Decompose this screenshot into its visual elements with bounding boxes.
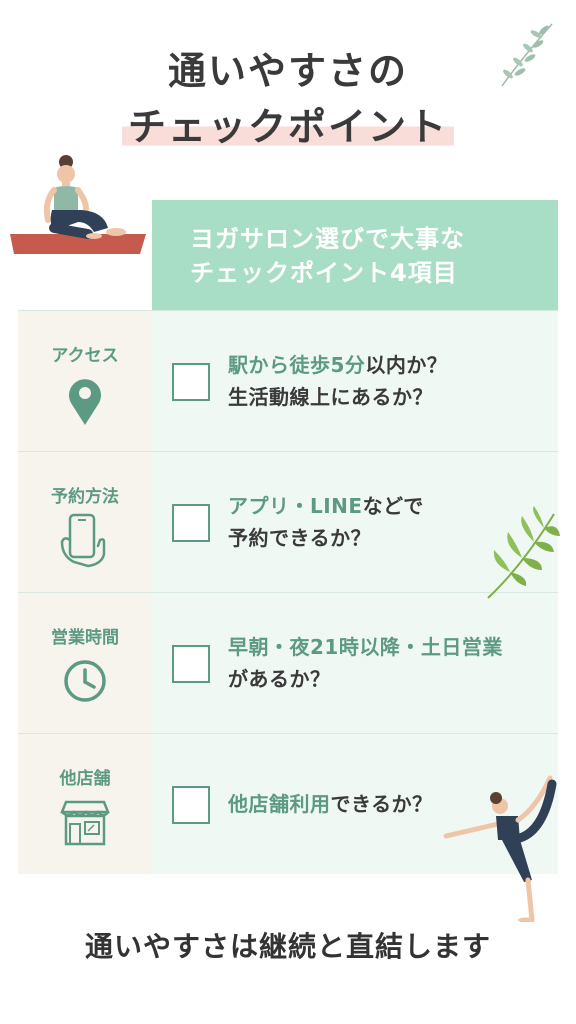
- row-highlight-text: 他店舗利用: [228, 792, 331, 816]
- checklist-row-business-hours: 営業時間 早朝・夜21時以降・土日営業 があるか？: [18, 592, 558, 733]
- yoga-woman-standing-illustration: [443, 775, 557, 922]
- row-text-reservation: アプリ・LINEなどで 予約できるか？: [228, 490, 424, 554]
- row-second-line: 生活動線上にあるか？: [228, 385, 433, 409]
- yoga-woman-sitting-illustration: [10, 155, 146, 254]
- row-label-business-hours: 営業時間: [51, 628, 119, 648]
- row-second-line: があるか？: [228, 667, 331, 691]
- row-label-other-stores: 他店舗: [59, 769, 111, 789]
- row-content-cell: 早朝・夜21時以降・土日営業 があるか？: [152, 593, 558, 733]
- storefront-icon: [60, 800, 110, 846]
- checklist-row-access: アクセス 駅から徒歩5分以内か？ 生活動線上にあるか？: [18, 310, 558, 451]
- row-text-business-hours: 早朝・夜21時以降・土日営業 があるか？: [228, 631, 503, 695]
- page-title-line1: 通いやすさの: [167, 49, 408, 93]
- reservation-checkbox[interactable]: [172, 504, 210, 542]
- row-label-cell: アクセス: [18, 311, 152, 451]
- row-content-cell: 駅から徒歩5分以内か？ 生活動線上にあるか？: [152, 311, 558, 451]
- map-pin-icon: [69, 379, 102, 425]
- row-highlight-text: 駅から徒歩5分: [228, 353, 366, 377]
- smartphone-hand-icon: [60, 513, 106, 568]
- leaf-sprig-icon: [501, 23, 553, 87]
- row-label-access: アクセス: [51, 346, 119, 366]
- other-stores-checkbox[interactable]: [172, 786, 210, 824]
- checklist-header-line2: チェックポイント4項目: [190, 259, 458, 287]
- row-rest-text: などで: [362, 494, 424, 518]
- row-text-access: 駅から徒歩5分以内か？ 生活動線上にあるか？: [228, 349, 447, 413]
- row-text-other-stores: 他店舗利用できるか？: [228, 788, 433, 820]
- checklist-row-reservation: 予約方法 アプリ・LINEなどで 予約できるか？: [18, 451, 558, 592]
- row-label-cell: 営業時間: [18, 593, 152, 733]
- palm-leaf-icon: [487, 506, 560, 599]
- clock-icon: [64, 660, 106, 702]
- row-highlight-text: 早朝・夜21時以降・土日営業: [228, 635, 503, 659]
- row-rest-text: 以内か？: [365, 353, 448, 377]
- business-hours-checkbox[interactable]: [172, 645, 210, 683]
- checklist-header-line1: ヨガサロン選びで大事な: [190, 225, 465, 253]
- checklist-header: ヨガサロン選びで大事な チェックポイント4項目: [152, 200, 558, 310]
- row-rest-text: できるか？: [330, 792, 433, 816]
- row-label-reservation: 予約方法: [51, 487, 119, 507]
- row-highlight-text: アプリ・LINE: [228, 494, 363, 518]
- row-second-line: 予約できるか？: [228, 526, 372, 550]
- row-label-cell: 他店舗: [18, 734, 152, 874]
- footer-message: 通いやすさは継続と直結します: [84, 930, 491, 963]
- access-checkbox[interactable]: [172, 363, 210, 401]
- page-title-line2: チェックポイント: [121, 96, 454, 151]
- row-label-cell: 予約方法: [18, 452, 152, 592]
